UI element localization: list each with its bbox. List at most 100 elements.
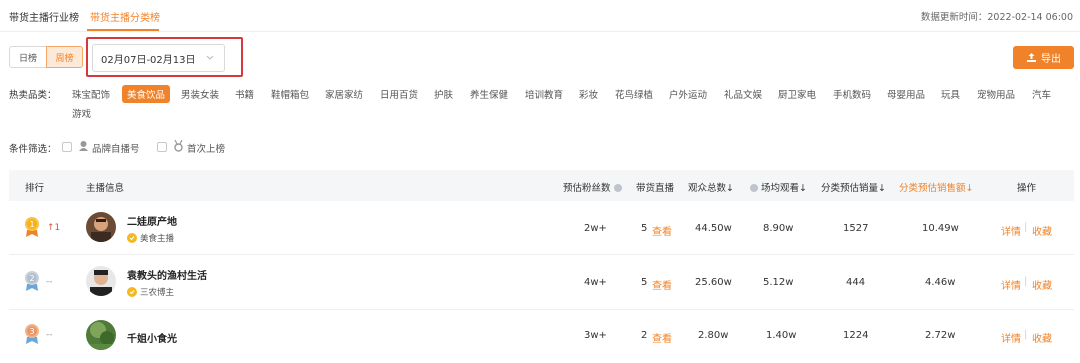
favorite-link[interactable]: 收藏	[1032, 330, 1052, 345]
column-fans[interactable]: 预估粉丝数	[563, 180, 622, 194]
category-item[interactable]: 养生保健	[470, 87, 508, 101]
rank-change: --	[46, 277, 53, 287]
sales-qty-value: 1224	[843, 330, 869, 341]
detail-link[interactable]: 详情	[1001, 223, 1021, 238]
per-show-value: 8.90w	[763, 223, 794, 234]
svg-text:1: 1	[29, 220, 34, 229]
bronze-medal-icon: 3	[25, 324, 39, 344]
column-per-show[interactable]: 场均观看↓	[750, 180, 807, 194]
sort-arrow-icon: ↓	[799, 183, 808, 194]
viewers-value: 44.50w	[695, 223, 732, 234]
category-item[interactable]: 游戏	[72, 106, 91, 120]
action-divider: |	[1024, 222, 1028, 233]
viewers-value: 2.80w	[698, 330, 729, 341]
sales-amount-value: 10.49w	[922, 223, 959, 234]
upload-icon	[1027, 53, 1036, 62]
filter-first-on-list: 首次上榜	[187, 144, 226, 155]
per-show-value: 5.12w	[763, 277, 794, 288]
category-item[interactable]: 珠宝配饰	[72, 87, 110, 101]
week-ranking-button[interactable]: 周榜	[46, 46, 83, 68]
info-icon	[613, 184, 622, 192]
day-ranking-button[interactable]: 日榜	[9, 46, 47, 68]
column-anchor-info: 主播信息	[86, 183, 125, 194]
view-live-link[interactable]: 查看	[652, 223, 672, 238]
column-sales-qty[interactable]: 分类预估销量↓	[821, 180, 886, 194]
category-item[interactable]: 书籍	[235, 87, 254, 101]
live-count: 5	[641, 223, 648, 234]
row-divider	[9, 254, 1074, 255]
column-sales-amount[interactable]: 分类预估销售额↓	[899, 180, 973, 194]
tab-category-ranking[interactable]: 带货主播分类榜	[90, 9, 160, 24]
fans-value: 3w+	[584, 330, 607, 341]
data-updated-time: 数据更新时间：2022-02-14 06:00	[920, 12, 1073, 23]
column-rank: 排行	[25, 183, 45, 194]
anchor-name[interactable]: 千姐小食光	[127, 330, 177, 345]
category-item[interactable]: 日用百货	[380, 87, 418, 101]
tab-industry-ranking[interactable]: 带货主播行业榜	[9, 9, 79, 24]
category-item[interactable]: 母婴用品	[887, 87, 925, 101]
filters-label: 条件筛选：	[9, 144, 57, 155]
category-item[interactable]: 家居家纺	[325, 87, 363, 101]
avatar[interactable]	[86, 320, 116, 350]
detail-link[interactable]: 详情	[1001, 330, 1021, 345]
category-item[interactable]: 花鸟绿植	[615, 87, 653, 101]
gold-medal-icon: 1	[25, 217, 39, 237]
category-item[interactable]: 宠物用品	[977, 87, 1015, 101]
category-item[interactable]: 礼品文娱	[724, 87, 762, 101]
avatar[interactable]	[86, 266, 116, 296]
info-icon	[750, 184, 758, 192]
medal-icon	[174, 140, 183, 152]
category-item[interactable]: 厨卫家电	[778, 87, 816, 101]
category-item[interactable]: 男装女装	[181, 87, 219, 101]
rank-change: --	[46, 330, 53, 340]
category-item[interactable]: 培训教育	[525, 87, 563, 101]
sales-amount-value: 2.72w	[925, 330, 956, 341]
brand-self-broadcast-checkbox[interactable]	[62, 142, 72, 152]
category-item[interactable]: 户外运动	[669, 87, 707, 101]
column-live: 带货直播	[636, 183, 675, 194]
category-item[interactable]: 鞋帽箱包	[271, 87, 309, 101]
column-viewers[interactable]: 观众总数↓	[688, 180, 734, 194]
detail-link[interactable]: 详情	[1001, 277, 1021, 292]
view-live-link[interactable]: 查看	[652, 277, 672, 292]
live-count: 2	[641, 330, 648, 341]
category-item[interactable]: 手机数码	[833, 87, 871, 101]
brand-icon	[79, 141, 88, 151]
category-item[interactable]: 护肤	[434, 87, 453, 101]
category-item[interactable]: 玩具	[941, 87, 960, 101]
live-count: 5	[641, 277, 648, 288]
anchor-name[interactable]: 袁教头的渔村生活	[127, 267, 207, 282]
export-button[interactable]: 导出	[1013, 46, 1074, 69]
favorite-link[interactable]: 收藏	[1032, 223, 1052, 238]
column-actions: 操作	[1017, 183, 1037, 194]
active-tab-underline	[87, 29, 159, 31]
favorite-link[interactable]: 收藏	[1032, 277, 1052, 292]
anchor-name[interactable]: 二娃原产地	[127, 213, 177, 228]
rank-change-up: ↑1	[47, 223, 61, 233]
annotation-highlight-box	[86, 37, 243, 77]
sales-amount-value: 4.46w	[925, 277, 956, 288]
viewers-value: 25.60w	[695, 277, 732, 288]
category-item[interactable]: 彩妆	[579, 87, 598, 101]
filter-brand-self-broadcast: 品牌自播号	[92, 144, 140, 155]
sales-qty-value: 444	[846, 277, 866, 288]
category-item-active[interactable]: 美食饮品	[122, 85, 171, 103]
action-divider: |	[1024, 329, 1028, 340]
sort-arrow-icon: ↓	[726, 183, 734, 194]
view-live-link[interactable]: 查看	[652, 330, 672, 345]
anchor-tag: 三农博主	[127, 286, 174, 298]
first-on-list-checkbox[interactable]	[157, 142, 167, 152]
category-item[interactable]: 汽车	[1032, 87, 1051, 101]
avatar[interactable]	[86, 212, 116, 242]
check-badge-icon	[127, 233, 137, 243]
row-divider	[9, 309, 1074, 310]
anchor-tag: 美食主播	[127, 232, 174, 244]
fans-value: 2w+	[584, 223, 607, 234]
svg-text:2: 2	[29, 274, 34, 283]
fans-value: 4w+	[584, 277, 607, 288]
sales-qty-value: 1527	[843, 223, 869, 234]
action-divider: |	[1024, 276, 1028, 287]
per-show-value: 1.40w	[766, 330, 797, 341]
check-badge-icon	[127, 287, 137, 297]
silver-medal-icon: 2	[25, 271, 39, 291]
